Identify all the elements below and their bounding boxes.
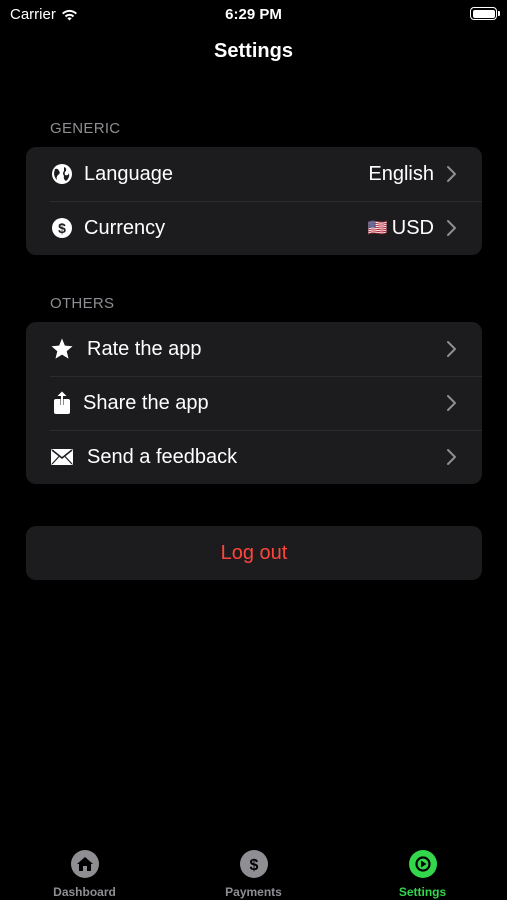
currency-row[interactable]: $ Currency 🇺🇸 USD <box>26 201 482 255</box>
rate-app-row[interactable]: Rate the app <box>26 322 482 376</box>
generic-group: Language English $ Currency 🇺🇸 USD <box>26 147 482 255</box>
chevron-right-icon <box>447 166 456 182</box>
currency-code: USD <box>391 216 434 239</box>
battery-icon <box>470 7 500 20</box>
chevron-right-icon <box>447 395 456 411</box>
chevron-right-icon <box>447 341 456 357</box>
send-feedback-row[interactable]: Send a feedback <box>26 430 482 484</box>
chevron-right-icon <box>447 220 456 236</box>
status-bar: Carrier 6:29 PM <box>0 0 507 28</box>
dollar-icon: $ <box>50 216 74 240</box>
share-app-label: Share the app <box>83 391 209 414</box>
envelope-icon <box>50 445 74 469</box>
tab-label: Payments <box>225 885 282 899</box>
us-flag-icon: 🇺🇸 <box>367 220 388 237</box>
section-header-others: OTHERS <box>50 295 115 312</box>
language-value: English <box>368 162 434 185</box>
clock: 6:29 PM <box>225 6 282 23</box>
globe-icon <box>50 162 74 186</box>
rate-app-label: Rate the app <box>87 337 202 360</box>
others-group: Rate the app Share the app Send a feedba… <box>26 322 482 484</box>
tab-settings[interactable]: Settings <box>338 844 507 900</box>
svg-text:$: $ <box>249 857 258 873</box>
tab-payments[interactable]: $ Payments <box>169 844 338 900</box>
tab-bar: Dashboard $ Payments Settings <box>0 844 507 900</box>
dollar-icon: $ <box>239 850 268 878</box>
currency-label: Currency <box>84 216 166 239</box>
share-icon <box>50 391 74 415</box>
tab-dashboard[interactable]: Dashboard <box>0 844 169 900</box>
tab-label: Settings <box>398 885 447 899</box>
currency-value: 🇺🇸 USD <box>368 217 434 240</box>
svg-text:$: $ <box>58 220 66 236</box>
chevron-right-icon <box>447 449 456 465</box>
logout-button[interactable]: Log out <box>26 526 482 580</box>
share-app-row[interactable]: Share the app <box>26 376 482 430</box>
tab-label: Dashboard <box>53 885 116 899</box>
page-title: Settings <box>214 40 293 62</box>
send-feedback-label: Send a feedback <box>87 445 238 468</box>
home-icon <box>70 850 99 878</box>
language-label: Language <box>84 162 173 185</box>
language-row[interactable]: Language English <box>26 147 482 201</box>
settings-icon <box>408 850 437 878</box>
section-header-generic: GENERIC <box>50 120 121 137</box>
star-icon <box>50 337 74 361</box>
